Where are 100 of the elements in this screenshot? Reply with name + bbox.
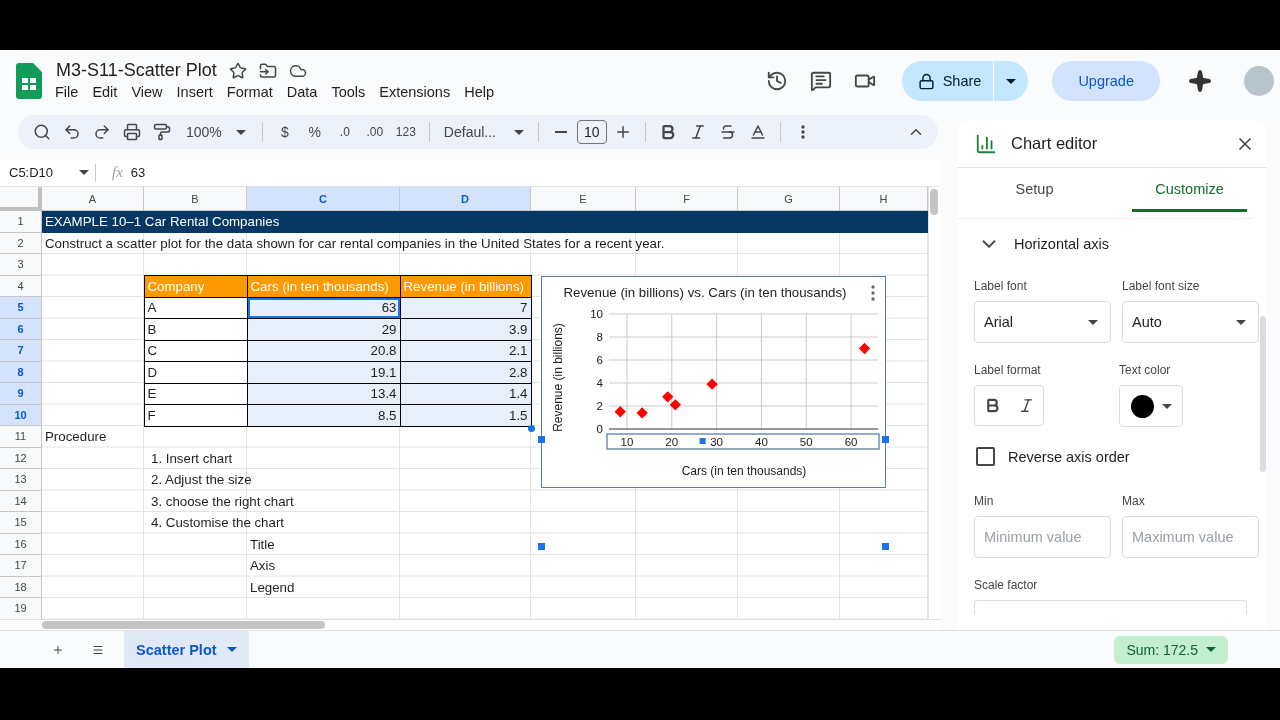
font-dropdown[interactable]: Arial <box>974 301 1111 343</box>
chart[interactable]: Revenue (in billions) vs. Cars (in ten thousands) 0 2 4 6 8 10 10 20 30 40 50 60 Cars (in ten thousands) Revenue (in billions) <box>541 276 886 488</box>
field-label: Scale factor <box>974 578 1039 592</box>
menu-item[interactable]: Edit <box>85 82 125 102</box>
axis-tick-label: 40 <box>755 436 768 448</box>
axis-tick-label: 0 <box>596 423 603 435</box>
axis-tick-label: 8 <box>596 331 603 343</box>
selection-handle[interactable] <box>699 438 706 444</box>
column-header[interactable]: G <box>738 187 840 211</box>
menu-item[interactable]: Format <box>219 82 280 102</box>
resize-handle[interactable] <box>882 436 889 443</box>
font-size-dropdown[interactable]: Auto <box>1122 301 1259 343</box>
resize-handle[interactable] <box>538 543 545 550</box>
comment-icon[interactable] <box>809 70 832 92</box>
lock-icon <box>917 72 935 90</box>
min-field[interactable]: Minimum value <box>974 516 1111 558</box>
number-format-button[interactable]: 123 <box>390 118 421 146</box>
row-number[interactable]: 17 <box>0 555 42 577</box>
increase-decimals-button[interactable]: .00 <box>360 118 389 146</box>
row-number[interactable]: 14 <box>0 490 42 512</box>
more-icon[interactable] <box>871 285 875 301</box>
row-number[interactable]: 5 <box>0 297 42 319</box>
row-number[interactable]: 12 <box>0 447 42 469</box>
table-cell[interactable]: 1.5 <box>399 404 532 427</box>
resize-handle[interactable] <box>882 543 889 550</box>
font-dropdown[interactable]: Defaul... <box>437 118 530 146</box>
app-logo-icon[interactable] <box>16 63 42 99</box>
share-button[interactable]: Share <box>901 61 995 101</box>
menu-item[interactable]: Tools <box>324 82 373 102</box>
column-header[interactable]: H <box>840 187 928 211</box>
zoom-dropdown[interactable]: 100% <box>178 118 254 146</box>
column-header[interactable]: E <box>531 187 636 211</box>
table-cell[interactable]: B <box>143 318 248 341</box>
sparkle-icon[interactable] <box>1188 69 1212 93</box>
row-number[interactable]: 13 <box>0 469 42 491</box>
font-size-field[interactable]: 10 <box>577 120 607 144</box>
scrollbar[interactable] <box>0 619 940 630</box>
sum-indicator[interactable]: Sum: 172.5 <box>1114 635 1228 664</box>
sheet-tab[interactable]: Scatter Plot <box>124 630 249 668</box>
table-cell[interactable]: 29 <box>246 318 401 341</box>
menu-item[interactable]: Help <box>457 82 501 102</box>
scale-factor-field[interactable] <box>974 600 1247 614</box>
caret-icon <box>1236 319 1246 325</box>
formula-value[interactable]: 63 <box>130 165 146 180</box>
row-number[interactable]: 19 <box>0 598 42 619</box>
cell-text: 3. choose the right chart <box>150 492 295 511</box>
table-cell[interactable]: 2.8 <box>399 361 532 384</box>
history-icon[interactable] <box>765 70 788 92</box>
percent-button[interactable]: % <box>300 118 329 146</box>
text-color-button[interactable] <box>1119 385 1183 427</box>
column-header[interactable]: D <box>400 187 531 211</box>
menu-item[interactable]: Insert <box>169 82 220 102</box>
tab[interactable]: Customize <box>1132 168 1247 212</box>
column-header[interactable]: A <box>42 187 144 211</box>
scrollbar[interactable] <box>1260 316 1266 472</box>
row-number[interactable]: 3 <box>0 254 42 276</box>
menu-item[interactable]: File <box>48 82 86 102</box>
menu-item[interactable]: View <box>124 82 170 102</box>
checkbox[interactable] <box>976 447 995 466</box>
max-field[interactable]: Maximum value <box>1122 516 1259 558</box>
caret-icon <box>1088 319 1098 325</box>
column-header[interactable]: C <box>247 187 400 211</box>
row-number[interactable]: 11 <box>0 426 42 448</box>
scrollbar[interactable] <box>928 187 938 619</box>
caret-icon <box>226 647 237 652</box>
document-title[interactable]: M3-S11-Scatter Plot <box>56 60 217 81</box>
row-number[interactable]: 2 <box>0 232 42 254</box>
tab[interactable]: Setup <box>977 168 1092 212</box>
column-header[interactable]: F <box>636 187 738 211</box>
row-number[interactable]: 6 <box>0 318 42 340</box>
table-cell[interactable]: 8.5 <box>246 404 401 427</box>
range-handle[interactable] <box>528 425 535 432</box>
row-number[interactable]: 7 <box>0 340 42 362</box>
row-number[interactable]: 10 <box>0 404 42 426</box>
undo-icon <box>63 123 81 141</box>
star-icon[interactable] <box>228 61 247 80</box>
currency-button[interactable]: $ <box>270 118 299 146</box>
row-number[interactable]: 15 <box>0 512 42 534</box>
name-box[interactable]: C5:D10 <box>0 163 96 182</box>
table-cell[interactable]: D <box>143 361 248 384</box>
menu-item[interactable]: Extensions <box>372 82 458 102</box>
section-header[interactable]: Horizontal axis <box>978 233 1253 255</box>
cell-text: 1. Insert chart <box>150 449 234 468</box>
resize-handle[interactable] <box>538 436 545 443</box>
row-number[interactable]: 1 <box>0 211 42 233</box>
row-number[interactable]: 16 <box>0 533 42 555</box>
table-cell[interactable]: 19.1 <box>246 361 401 384</box>
column-header[interactable]: B <box>144 187 247 211</box>
row-number[interactable]: 4 <box>0 275 42 297</box>
row-number[interactable]: 18 <box>0 576 42 598</box>
field-label: Text color <box>1119 363 1172 377</box>
upgrade-button[interactable]: Upgrade <box>1052 61 1160 101</box>
folder-icon[interactable] <box>258 61 277 80</box>
decrease-decimals-button[interactable]: .0 <box>330 118 359 146</box>
table-cell[interactable]: F <box>143 404 248 427</box>
menu-item[interactable]: Data <box>279 82 325 102</box>
row-number[interactable]: 9 <box>0 383 42 405</box>
table-header-cell: Cars (in ten thousands) <box>246 275 401 298</box>
table-cell[interactable]: 3.9 <box>399 318 532 341</box>
row-number[interactable]: 8 <box>0 361 42 383</box>
